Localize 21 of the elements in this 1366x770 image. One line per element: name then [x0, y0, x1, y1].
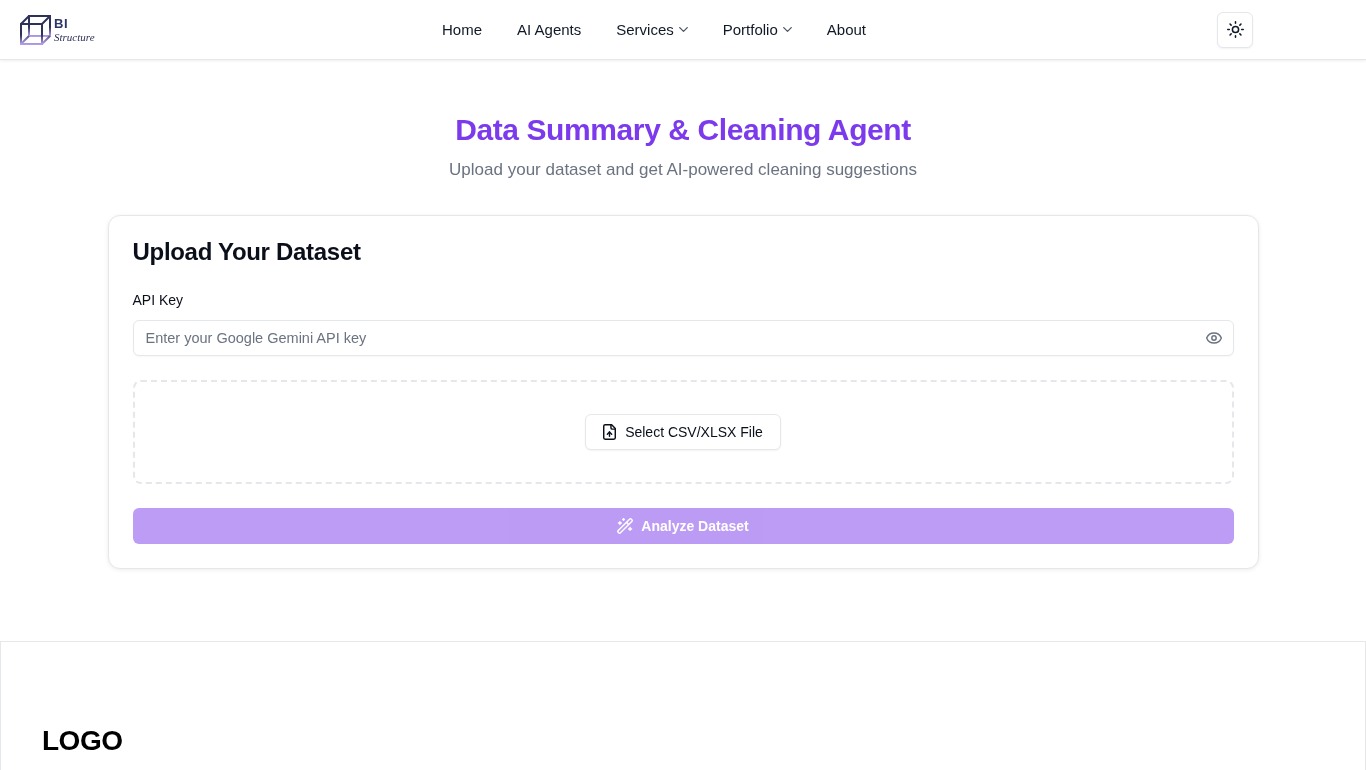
nav-link[interactable]: AI Agents [517, 21, 582, 38]
theme-toggle-button[interactable] [1217, 11, 1253, 48]
footer-logo-text: LOGO [42, 724, 123, 758]
nav-link[interactable]: About [826, 21, 866, 38]
sun-icon [1226, 21, 1244, 38]
nav-link[interactable]: Portfolio [722, 21, 792, 38]
api-key-field[interactable]: Enter your Google Gemini API key [132, 320, 1234, 356]
file-drop-zone[interactable]: Select CSV/XLSX File [132, 380, 1234, 484]
cube-logo-icon [20, 14, 51, 45]
nav-link[interactable]: Services [616, 21, 688, 38]
magic-wand-icon [617, 518, 634, 534]
eye-icon[interactable] [1205, 332, 1222, 344]
nav-link[interactable]: Home [442, 21, 482, 38]
file-upload-icon [603, 424, 617, 440]
logo-text: BI [54, 16, 68, 30]
page-title: Data Summary & Cleaning Agent [455, 112, 911, 148]
page-subtitle: Upload your dataset and get AI-powered cleaning suggestions [449, 159, 917, 181]
select-file-button[interactable]: Select CSV/XLSX File [585, 414, 781, 450]
field-label: API Key [132, 291, 184, 310]
card-title: Upload Your Dataset [132, 237, 361, 267]
logo-tagline: Structure [54, 31, 95, 43]
